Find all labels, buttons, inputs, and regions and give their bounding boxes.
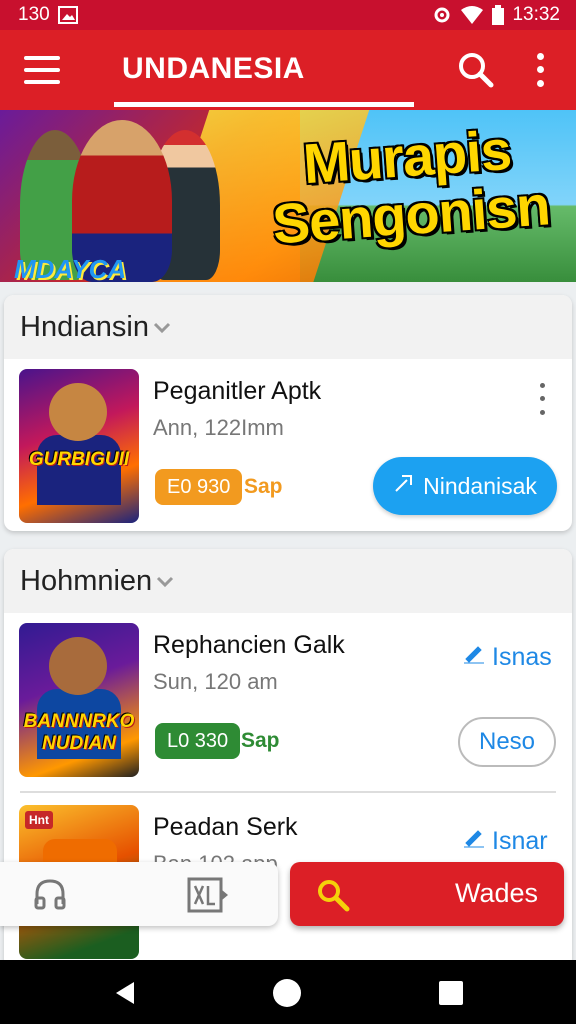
price-badge: E0 930	[155, 469, 243, 505]
app-bar: UNDANESIA	[0, 30, 576, 110]
pencil-icon	[393, 472, 415, 500]
divider	[20, 791, 556, 793]
banner-subtitle: MDAYCA	[14, 254, 127, 282]
home-icon[interactable]	[272, 978, 302, 1013]
edit-link-label: Isnar	[492, 827, 548, 855]
video-icon[interactable]	[186, 876, 230, 919]
status-left-text: 130	[18, 4, 50, 25]
back-icon[interactable]	[112, 980, 138, 1011]
app-title: UNDANESIA	[122, 52, 305, 85]
promo-banner[interactable]: Murapis Sengonisn MDAYCA	[0, 110, 576, 282]
banner-title: Murapis Sengonisn	[240, 117, 576, 256]
thumbnail-caption-2: NUDIAN	[42, 733, 116, 754]
secondary-action-button[interactable]: Neso	[458, 717, 556, 767]
chevron-down-icon	[156, 575, 174, 593]
item-tag: Sap	[244, 475, 283, 498]
game-thumbnail: BANNNRKO NUDIAN	[19, 623, 139, 777]
price-badge: L0 330	[155, 723, 241, 759]
search-icon[interactable]	[456, 50, 496, 90]
edit-link-label: Isnas	[492, 643, 552, 671]
action-label: Nindanisak	[423, 472, 537, 499]
status-bar: 130 13:32	[0, 0, 576, 30]
primary-action-button[interactable]: Nindanisak	[373, 457, 557, 515]
item-subtitle: Ann, 122Imm	[153, 415, 284, 440]
thumbnail-caption-1: BANNNRKO	[23, 711, 135, 732]
item-more-icon[interactable]	[534, 379, 550, 419]
search-fab-button[interactable]: Wades	[290, 862, 564, 926]
chevron-down-icon	[153, 321, 171, 339]
section-title: Hndiansin	[20, 310, 149, 343]
search-icon	[314, 876, 352, 919]
edit-link[interactable]: Isnar	[462, 827, 548, 856]
menu-icon[interactable]	[22, 52, 62, 88]
item-subtitle: Sun, 120 am	[153, 669, 278, 694]
list-item[interactable]: BANNNRKO NUDIAN Rephancien Galk Sun, 120…	[4, 613, 572, 785]
battery-icon	[492, 5, 505, 25]
edit-link[interactable]: Isnas	[462, 643, 552, 672]
thumbnail-caption: Hnt	[25, 811, 53, 829]
tab-indicator	[114, 102, 414, 107]
bottom-toolbar	[0, 862, 278, 926]
system-nav-bar	[0, 960, 576, 1024]
headphones-icon[interactable]	[32, 876, 68, 917]
item-title: Rephancien Galk	[153, 631, 345, 659]
item-title: Peganitler Aptk	[153, 377, 322, 405]
edit-icon	[462, 643, 486, 672]
section-card-1: Hndiansin GURBIGUII Peganitler Aptk Ann,…	[4, 295, 572, 531]
image-icon	[57, 6, 78, 24]
item-tag: Sap	[241, 729, 280, 752]
item-title: Peadan Serk	[153, 813, 298, 841]
wifi-icon	[460, 5, 484, 25]
fab-label: Wades	[454, 878, 538, 908]
recents-icon[interactable]	[438, 980, 464, 1011]
thumbnail-caption: GURBIGUII	[28, 449, 130, 470]
section-header-2[interactable]: Hohmnien	[4, 549, 572, 613]
edit-icon	[462, 827, 486, 856]
section-title: Hohmnien	[20, 564, 153, 597]
list-item[interactable]: GURBIGUII Peganitler Aptk Ann, 122Imm E0…	[4, 359, 572, 531]
status-time: 13:32	[512, 4, 560, 25]
game-thumbnail: GURBIGUII	[19, 369, 139, 523]
settings-icon	[432, 5, 452, 25]
section-header-1[interactable]: Hndiansin	[4, 295, 572, 359]
more-options-icon[interactable]	[528, 50, 552, 90]
